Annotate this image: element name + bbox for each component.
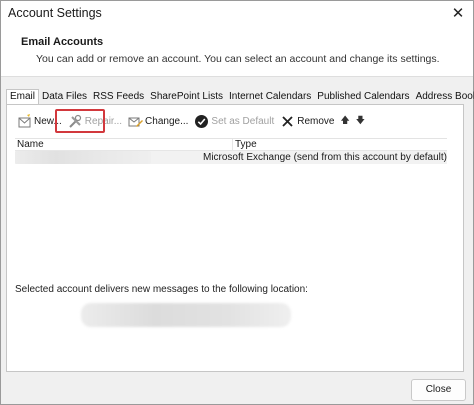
close-icon[interactable]: ✕	[447, 4, 469, 24]
dialog-footer: Close	[1, 374, 473, 404]
checkmark-circle-icon	[195, 114, 209, 128]
change-button[interactable]: Change...	[126, 112, 190, 130]
change-button-label: Change...	[145, 115, 189, 127]
tab-sharepoint-lists[interactable]: SharePoint Lists	[147, 90, 226, 104]
close-button[interactable]: Close	[411, 379, 466, 401]
account-row[interactable]: Microsoft Exchange (send from this accou…	[15, 151, 447, 164]
account-name-redacted	[15, 151, 151, 164]
remove-x-icon	[282, 115, 293, 127]
tab-address-books[interactable]: Address Books	[413, 90, 474, 104]
section-title: Email Accounts	[21, 36, 104, 48]
delivery-location-label: Selected account delivers new messages t…	[15, 284, 308, 295]
column-type-header[interactable]: Type	[233, 139, 257, 150]
account-list: Name Type Microsoft Exchange (send from …	[15, 138, 447, 263]
delivery-location-redacted	[81, 303, 291, 327]
account-type: Microsoft Exchange (send from this accou…	[202, 152, 447, 163]
section-description: You can add or remove an account. You ca…	[36, 53, 440, 65]
title-bar: Account Settings ✕	[1, 1, 473, 27]
remove-button[interactable]: Remove	[278, 112, 336, 130]
tab-rss-feeds[interactable]: RSS Feeds	[90, 90, 147, 104]
account-toolbar: New... Repair... Change... Set as Defaul…	[15, 109, 369, 133]
move-down-button[interactable]: 🡇	[354, 112, 367, 130]
new-account-icon	[18, 113, 31, 127]
column-name-header[interactable]: Name	[15, 139, 233, 150]
set-default-button[interactable]: Set as Default	[192, 112, 276, 130]
email-tab-panel: New... Repair... Change... Set as Defaul…	[6, 104, 464, 372]
account-settings-dialog: Account Settings ✕ Email Accounts You ca…	[0, 0, 474, 405]
change-account-icon	[128, 117, 144, 127]
set-default-label: Set as Default	[211, 115, 275, 127]
new-button[interactable]: New...	[15, 112, 64, 130]
dialog-title: Account Settings	[8, 6, 102, 20]
repair-tools-icon	[69, 114, 81, 128]
repair-button[interactable]: Repair...	[66, 112, 124, 130]
repair-button-label: Repair...	[84, 115, 123, 127]
tab-email[interactable]: Email	[6, 89, 40, 105]
remove-button-label: Remove	[297, 115, 335, 127]
tab-published-calendars[interactable]: Published Calendars	[314, 90, 412, 104]
arrow-up-icon: 🡅	[340, 115, 350, 125]
header-section: Email Accounts You can add or remove an …	[1, 27, 473, 77]
tab-data-files[interactable]: Data Files	[39, 90, 90, 104]
move-up-button[interactable]: 🡅	[338, 112, 351, 130]
list-header: Name Type	[15, 139, 447, 151]
tab-internet-calendars[interactable]: Internet Calendars	[226, 90, 314, 104]
tab-bar: Email Data Files RSS Feeds SharePoint Li…	[6, 89, 474, 105]
new-button-label: New...	[34, 115, 62, 127]
arrow-down-icon: 🡇	[355, 115, 366, 125]
